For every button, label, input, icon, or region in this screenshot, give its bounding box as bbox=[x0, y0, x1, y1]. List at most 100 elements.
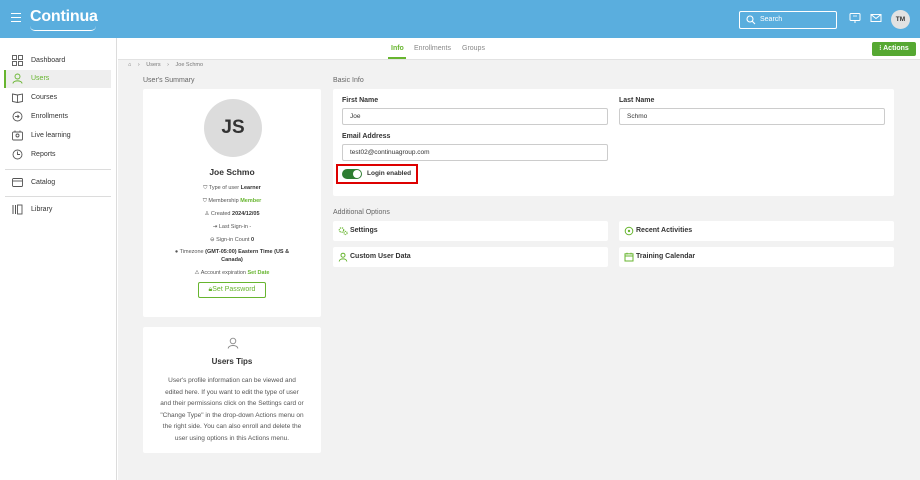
enroll-icon bbox=[12, 111, 23, 122]
user-icon bbox=[12, 73, 23, 84]
sidebar-item-courses[interactable]: Courses bbox=[5, 89, 111, 107]
set-date-link[interactable]: Set Date bbox=[247, 270, 269, 276]
toggle-knob bbox=[353, 170, 361, 178]
sidebar-item-library[interactable]: Library bbox=[5, 201, 111, 219]
reports-icon bbox=[12, 149, 23, 160]
sidebar-item-enrollments[interactable]: Enrollments bbox=[5, 108, 111, 126]
sidebar-item-label: Users bbox=[31, 75, 50, 82]
announcement-icon[interactable] bbox=[849, 12, 861, 24]
activity-icon bbox=[624, 226, 634, 236]
user-name: Joe Schmo bbox=[209, 167, 255, 177]
last-name-field[interactable]: Schmo bbox=[619, 108, 885, 125]
recent-activities-label: Recent Activities bbox=[636, 227, 693, 234]
users-tips-card: Users Tips User's profile information ca… bbox=[143, 327, 321, 453]
app-logo[interactable]: Continua bbox=[30, 8, 98, 26]
tips-body: User's profile information can be viewed… bbox=[155, 375, 309, 444]
tips-line: the right side. You can also enroll and … bbox=[162, 423, 302, 430]
settings-card[interactable]: Settings bbox=[333, 221, 608, 241]
recent-activities-card[interactable]: Recent Activities bbox=[619, 221, 894, 241]
summary-section-title: User's Summary bbox=[143, 77, 195, 84]
first-name-label: First Name bbox=[342, 97, 379, 104]
tips-line: "Change Type" in the drop-down Actions m… bbox=[160, 411, 304, 419]
signin-icon: ⇥ bbox=[212, 224, 218, 230]
dashboard-icon bbox=[12, 55, 23, 66]
user-type-line: ⛉ Type of user Learner bbox=[203, 185, 261, 191]
signin-count-line: ⊖ Sign-in Count 0 bbox=[209, 237, 255, 243]
last-signin-line: ⇥ Last Sign-in - bbox=[212, 224, 252, 230]
tabs-bar: Info Enrollments Groups ⁝ Actions bbox=[118, 38, 920, 60]
sidebar-item-live-learning[interactable]: Live learning bbox=[5, 127, 111, 145]
user-data-icon bbox=[338, 252, 348, 262]
breadcrumb-separator: › bbox=[137, 62, 140, 68]
login-enabled-highlight: Login enabled bbox=[336, 164, 418, 184]
actions-button[interactable]: ⁝ Actions bbox=[872, 42, 916, 56]
created-line: ♙ Created 2024/12/05 bbox=[204, 211, 260, 217]
search-input[interactable]: Search bbox=[739, 11, 837, 29]
login-enabled-label: Login enabled bbox=[367, 170, 412, 177]
sidebar-item-label: Library bbox=[31, 206, 53, 213]
last-name-label: Last Name bbox=[619, 97, 655, 104]
main-content: Info Enrollments Groups ⁝ Actions ⌂ › Us… bbox=[118, 38, 920, 480]
basic-info-section-title: Basic Info bbox=[333, 77, 364, 84]
training-calendar-label: Training Calendar bbox=[636, 253, 696, 260]
sidebar-item-catalog[interactable]: Catalog bbox=[5, 174, 111, 192]
top-bar: Continua Search TM bbox=[0, 0, 920, 38]
user-icon bbox=[227, 337, 239, 349]
tab-active-underline bbox=[388, 57, 406, 59]
hamburger-menu-icon[interactable] bbox=[11, 13, 21, 23]
tab-info[interactable]: Info bbox=[391, 45, 404, 52]
expiration-line: ⚠ Account expiration Set Date bbox=[194, 270, 270, 276]
warning-icon: ⚠ bbox=[194, 270, 200, 276]
tips-title: Users Tips bbox=[211, 357, 253, 366]
first-name-field[interactable]: Joe bbox=[342, 108, 608, 125]
user-summary-card: JS Joe Schmo ⛉ Type of user Learner ⛉ Me… bbox=[143, 89, 321, 317]
tips-line: edited here. If you want to edit the typ… bbox=[165, 388, 299, 396]
mail-icon[interactable] bbox=[870, 12, 882, 24]
sidebar-item-label: Enrollments bbox=[31, 113, 68, 120]
settings-label: Settings bbox=[350, 227, 378, 234]
home-icon[interactable]: ⌂ bbox=[128, 62, 131, 68]
user-icon: ♙ bbox=[204, 211, 210, 217]
sidebar-item-label: Live learning bbox=[31, 132, 71, 139]
set-password-button[interactable]: 🔒︎Set Password bbox=[198, 282, 266, 298]
sidebar-item-label: Reports bbox=[31, 151, 56, 158]
sidebar-item-label: Catalog bbox=[31, 179, 56, 186]
breadcrumb-current: Joe Schmo bbox=[175, 62, 204, 68]
email-field[interactable]: test02@continuagroup.com bbox=[342, 144, 608, 161]
tips-line: User's profile information can be viewed… bbox=[168, 377, 296, 384]
user-avatar-large: JS bbox=[204, 99, 262, 157]
user-avatar[interactable]: TM bbox=[891, 10, 910, 29]
timezone-line-2: Canada) bbox=[221, 257, 243, 263]
signin-icon: ⊖ bbox=[209, 237, 215, 243]
sidebar-item-reports[interactable]: Reports bbox=[5, 146, 111, 164]
tab-enrollments[interactable]: Enrollments bbox=[414, 45, 451, 52]
gears-icon bbox=[338, 227, 348, 236]
login-enabled-toggle[interactable] bbox=[342, 169, 362, 179]
catalog-icon bbox=[12, 178, 23, 187]
sidebar-item-users[interactable]: Users bbox=[4, 70, 111, 88]
actions-label: Actions bbox=[883, 45, 909, 52]
badge-icon: ⛉ bbox=[202, 198, 207, 204]
globe-icon: ● bbox=[174, 249, 179, 255]
breadcrumb-users[interactable]: Users bbox=[146, 62, 160, 68]
logo-swoosh bbox=[30, 26, 96, 31]
tips-line: user using options in this Actions menu. bbox=[174, 434, 290, 442]
breadcrumb-separator: › bbox=[167, 62, 169, 68]
tab-groups[interactable]: Groups bbox=[462, 45, 485, 52]
search-icon bbox=[746, 15, 756, 25]
sidebar-divider bbox=[5, 169, 111, 170]
email-label: Email Address bbox=[342, 133, 391, 140]
book-icon bbox=[12, 93, 23, 103]
sidebar-item-label: Courses bbox=[31, 94, 58, 101]
sidebar-item-dashboard[interactable]: Dashboard bbox=[5, 52, 111, 70]
search-placeholder: Search bbox=[760, 16, 783, 23]
additional-options-section-title: Additional Options bbox=[333, 209, 390, 216]
live-icon bbox=[12, 130, 23, 141]
library-icon bbox=[12, 204, 23, 215]
custom-user-data-card[interactable]: Custom User Data bbox=[333, 247, 608, 267]
sidebar: Dashboard Users Courses Enrollments Live… bbox=[0, 38, 117, 480]
training-calendar-card[interactable]: Training Calendar bbox=[619, 247, 894, 267]
custom-user-data-label: Custom User Data bbox=[350, 253, 411, 260]
breadcrumb: ⌂ › Users › Joe Schmo bbox=[128, 62, 208, 68]
timezone-line: ● Timezone (GMT-05:00) Eastern Time (US … bbox=[174, 249, 290, 255]
